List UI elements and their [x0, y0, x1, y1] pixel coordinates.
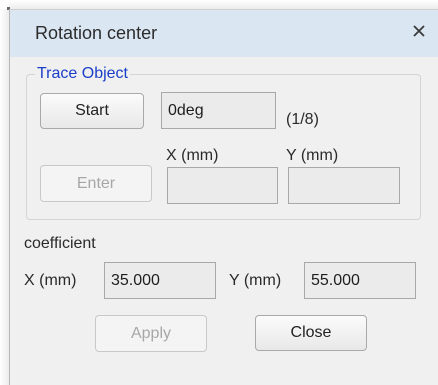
enter-button[interactable]: Enter: [40, 165, 152, 202]
window-top-shadow: [9, 0, 438, 9]
coefficient-x-field[interactable]: 35.000: [104, 262, 216, 299]
apply-button[interactable]: Apply: [95, 315, 207, 352]
trace-counter: (1/8): [286, 111, 319, 128]
trace-y-label: Y (mm): [286, 147, 339, 164]
trace-x-label: X (mm): [166, 147, 219, 164]
angle-field[interactable]: 0deg: [161, 92, 276, 129]
dialog-title: Rotation center: [35, 23, 158, 43]
trace-x-field[interactable]: [167, 167, 278, 204]
trace-y-field[interactable]: [288, 167, 400, 204]
trace-object-legend: Trace Object: [37, 65, 128, 82]
coefficient-y-field[interactable]: 55.000: [304, 262, 416, 299]
coefficient-y-label: Y (mm): [229, 272, 282, 289]
coefficient-x-label: X (mm): [24, 272, 77, 289]
coefficient-label: coefficient: [24, 235, 96, 252]
close-icon[interactable]: [406, 18, 432, 44]
window-left-shadow: [0, 9, 9, 385]
rotation-center-dialog: Rotation center Trace Object Start 0deg …: [9, 9, 438, 385]
title-bar[interactable]: Rotation center: [10, 10, 438, 57]
close-button[interactable]: Close: [255, 315, 367, 351]
start-button[interactable]: Start: [40, 93, 144, 129]
